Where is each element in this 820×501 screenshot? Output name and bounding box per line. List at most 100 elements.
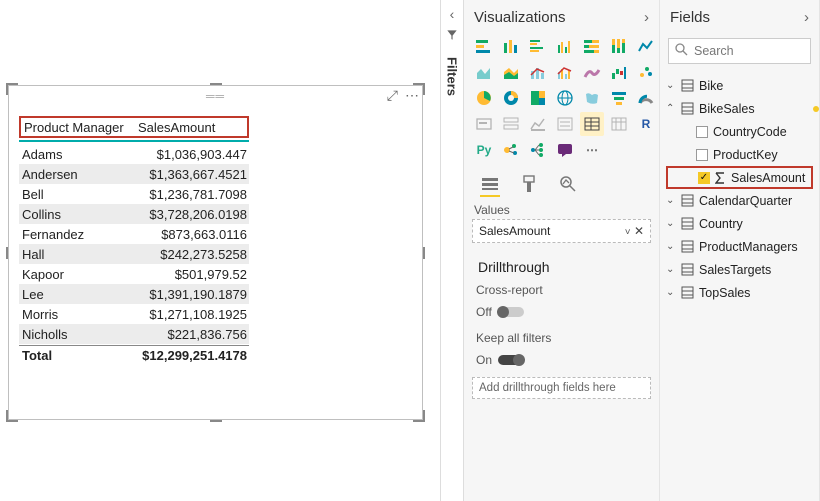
table-row[interactable]: Bell$1,236,781.7098 bbox=[19, 184, 249, 204]
table-node-productmanagers[interactable]: ⌄ ProductManagers bbox=[662, 235, 817, 258]
fields-search[interactable]: Search bbox=[668, 38, 811, 64]
table-row[interactable]: Fernandez$873,663.0116 bbox=[19, 224, 249, 244]
table-icon bbox=[681, 102, 694, 115]
viz-table-icon[interactable] bbox=[580, 112, 604, 136]
checkbox[interactable] bbox=[696, 126, 708, 138]
viz-clustered-column-icon[interactable] bbox=[553, 34, 577, 58]
resize-handle[interactable] bbox=[413, 410, 425, 422]
table-row[interactable]: Adams$1,036,903.447 bbox=[19, 144, 249, 164]
field-countrycode[interactable]: CountryCode bbox=[662, 120, 817, 143]
resize-handle[interactable] bbox=[421, 247, 425, 259]
chevron-right-icon[interactable]: › bbox=[804, 9, 809, 26]
viz-clustered-bar-icon[interactable] bbox=[526, 34, 550, 58]
resize-handle[interactable] bbox=[6, 247, 10, 259]
viz-line-column-icon[interactable] bbox=[526, 60, 550, 84]
viz-waterfall-icon[interactable] bbox=[607, 60, 631, 84]
table-row[interactable]: Collins$3,728,206.0198 bbox=[19, 204, 249, 224]
resize-handle[interactable] bbox=[6, 410, 18, 422]
chevron-down-icon: ⌄ bbox=[666, 287, 676, 298]
col-header-pm[interactable]: Product Manager bbox=[21, 120, 136, 135]
viz-gauge-icon[interactable] bbox=[634, 86, 658, 110]
viz-stacked-bar-icon[interactable] bbox=[472, 34, 496, 58]
table-node-topsales[interactable]: ⌄ TopSales bbox=[662, 281, 817, 304]
focus-mode-icon[interactable]: ⤢ bbox=[387, 87, 398, 104]
table-visual[interactable]: ══ ⤢ ⋯ Product Manager SalesAmount Adams… bbox=[8, 85, 423, 420]
table-node-bikesales[interactable]: ⌃ BikeSales bbox=[662, 97, 817, 120]
viz-decomposition-icon[interactable] bbox=[526, 138, 550, 162]
table-node-salestargets[interactable]: ⌄ SalesTargets bbox=[662, 258, 817, 281]
drillthrough-drop[interactable]: Add drillthrough fields here bbox=[472, 377, 651, 399]
result-table: Product Manager SalesAmount Adams$1,036,… bbox=[19, 116, 249, 365]
viz-100-stacked-column-icon[interactable] bbox=[607, 34, 631, 58]
viz-line-icon[interactable] bbox=[634, 34, 658, 58]
viz-r-script-icon[interactable]: R bbox=[634, 112, 658, 136]
resize-handle[interactable] bbox=[210, 83, 222, 87]
viz-stacked-column-icon[interactable] bbox=[499, 34, 523, 58]
checkbox-checked[interactable]: ✓ bbox=[698, 172, 710, 184]
fields-pane: Fields › Search ⌄ Bike ⌃ BikeSales Count… bbox=[660, 0, 820, 501]
table-node-bike[interactable]: ⌄ Bike bbox=[662, 74, 817, 97]
filters-icon bbox=[445, 28, 459, 47]
viz-kpi-icon[interactable] bbox=[526, 112, 550, 136]
viz-card-icon[interactable] bbox=[472, 112, 496, 136]
more-options-icon[interactable]: ⋯ bbox=[405, 87, 419, 104]
table-row[interactable]: Lee$1,391,190.1879 bbox=[19, 284, 249, 304]
viz-pane-header[interactable]: Visualizations › bbox=[464, 0, 659, 34]
viz-matrix-icon[interactable] bbox=[607, 112, 631, 136]
viz-stacked-area-icon[interactable] bbox=[499, 60, 523, 84]
viz-multirow-card-icon[interactable] bbox=[499, 112, 523, 136]
filters-pane-collapsed[interactable]: ‹ Filters bbox=[440, 0, 464, 501]
table-icon bbox=[681, 286, 694, 299]
viz-ribbon-icon[interactable] bbox=[580, 60, 604, 84]
analytics-tab-icon[interactable] bbox=[558, 174, 578, 197]
col-header-amt[interactable]: SalesAmount bbox=[136, 120, 247, 135]
field-salesamount[interactable]: ✓ SalesAmount bbox=[666, 166, 813, 189]
expand-filters-icon[interactable]: ‹ bbox=[450, 6, 455, 22]
fields-pane-header[interactable]: Fields › bbox=[660, 0, 819, 34]
table-node-calendarquarter[interactable]: ⌄ CalendarQuarter bbox=[662, 189, 817, 212]
chevron-down-icon: ⌄ bbox=[666, 218, 676, 229]
table-row[interactable]: Hall$242,273.5258 bbox=[19, 244, 249, 264]
viz-key-influencers-icon[interactable] bbox=[499, 138, 523, 162]
viz-100-stacked-bar-icon[interactable] bbox=[580, 34, 604, 58]
checkbox[interactable] bbox=[696, 149, 708, 161]
field-productkey[interactable]: ProductKey bbox=[662, 143, 817, 166]
format-tab-icon[interactable] bbox=[520, 174, 538, 197]
resize-handle[interactable] bbox=[6, 83, 18, 95]
viz-funnel-icon[interactable] bbox=[607, 86, 631, 110]
table-header: Product Manager SalesAmount bbox=[19, 116, 249, 138]
chevron-down-icon: ⌄ bbox=[666, 195, 676, 206]
viz-filled-map-icon[interactable] bbox=[580, 86, 604, 110]
viz-area-icon[interactable] bbox=[472, 60, 496, 84]
viz-treemap-icon[interactable] bbox=[526, 86, 550, 110]
table-row[interactable]: Andersen$1,363,667.4521 bbox=[19, 164, 249, 184]
viz-slicer-icon[interactable] bbox=[553, 112, 577, 136]
table-icon bbox=[681, 217, 694, 230]
chevron-down-icon[interactable]: ˅ bbox=[625, 227, 631, 238]
remove-field-icon[interactable]: ✕ bbox=[634, 224, 644, 238]
table-total: Total $12,299,251.4178 bbox=[19, 345, 249, 365]
cross-report-toggle[interactable]: Off bbox=[464, 303, 659, 329]
resize-handle[interactable] bbox=[210, 418, 222, 422]
table-node-country[interactable]: ⌄ Country bbox=[662, 212, 817, 235]
table-icon bbox=[681, 79, 694, 92]
viz-donut-icon[interactable] bbox=[499, 86, 523, 110]
viz-python-icon[interactable]: Py bbox=[472, 138, 496, 162]
viz-pie-icon[interactable] bbox=[472, 86, 496, 110]
table-row[interactable]: Morris$1,271,108.1925 bbox=[19, 304, 249, 324]
viz-scatter-icon[interactable] bbox=[634, 60, 658, 84]
drag-grip-icon[interactable]: ══ bbox=[206, 89, 225, 103]
search-icon bbox=[675, 43, 688, 59]
table-icon bbox=[681, 194, 694, 207]
fields-tab-icon[interactable] bbox=[480, 174, 500, 197]
viz-map-icon[interactable] bbox=[553, 86, 577, 110]
chevron-right-icon[interactable]: › bbox=[644, 9, 649, 26]
viz-line-clustered-icon[interactable] bbox=[553, 60, 577, 84]
viz-more-icon[interactable]: ⋯ bbox=[580, 138, 604, 162]
keep-filters-toggle[interactable]: On bbox=[464, 351, 659, 377]
values-field-well[interactable]: SalesAmount ˅ ✕ bbox=[472, 219, 651, 243]
chevron-down-icon: ⌄ bbox=[666, 80, 676, 91]
table-row[interactable]: Nicholls$221,836.756 bbox=[19, 324, 249, 344]
table-row[interactable]: Kapoor$501,979.52 bbox=[19, 264, 249, 284]
viz-qna-icon[interactable] bbox=[553, 138, 577, 162]
